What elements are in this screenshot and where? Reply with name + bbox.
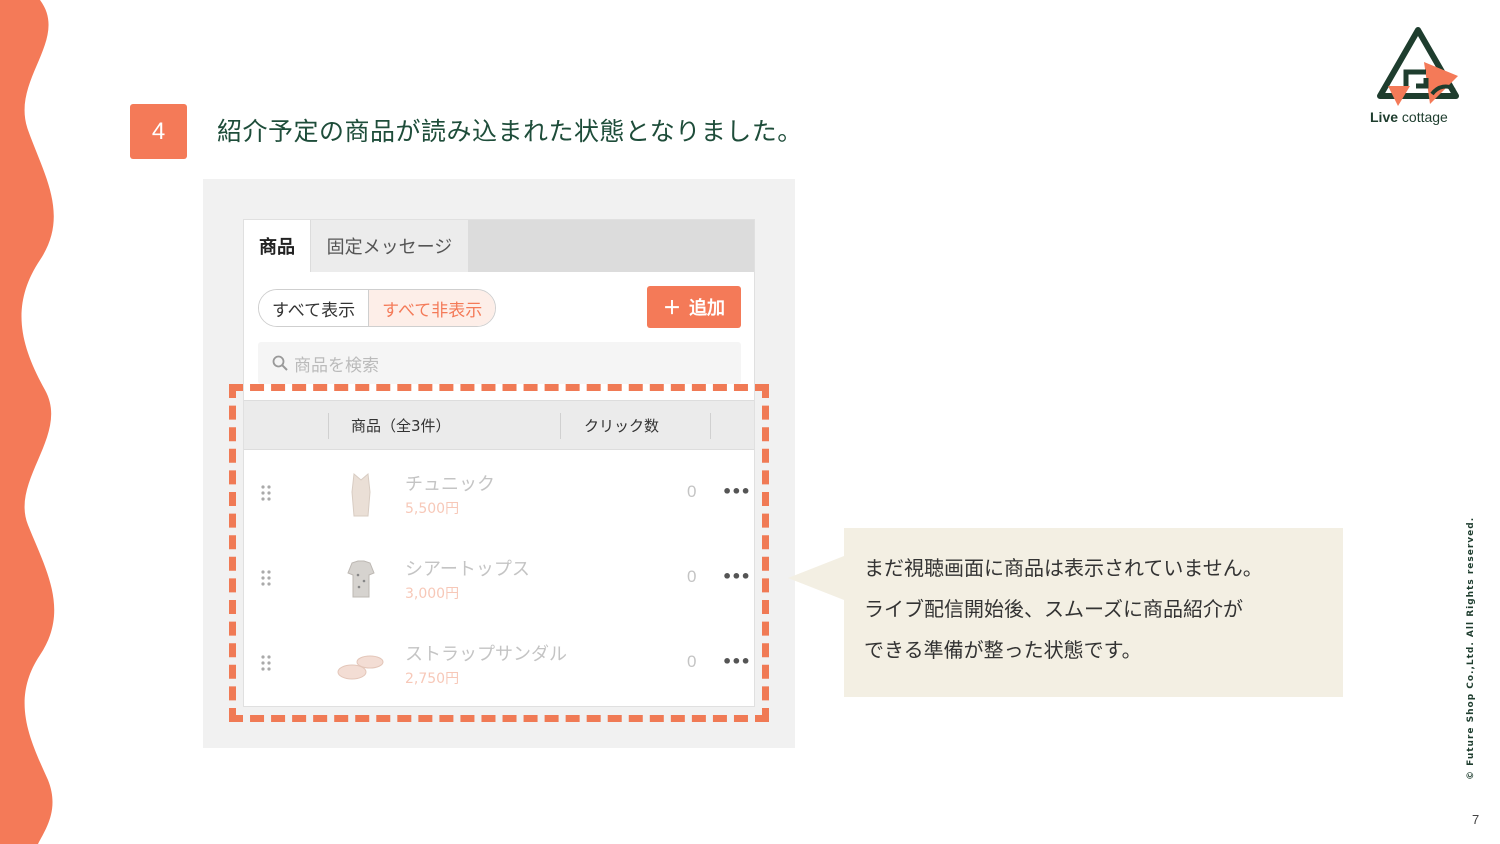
search-placeholder: 商品を検索: [294, 355, 379, 376]
page-heading: 紹介予定の商品が読み込まれた状態となりました。: [217, 117, 803, 146]
add-product-button[interactable]: ＋ 追加: [647, 286, 741, 328]
step-number-badge: 4: [130, 104, 187, 159]
visibility-toggle: すべて表示 すべて非表示: [258, 289, 497, 327]
tab-fixed-message[interactable]: 固定メッセージ: [311, 220, 468, 272]
tab-bar: 商品 固定メッセージ: [244, 220, 754, 272]
callout-line: できる準備が整った状態です。: [864, 638, 1142, 662]
callout-text: まだ視聴画面に商品は表示されていません。 ライブ配信開始後、スムーズに商品紹介が…: [864, 548, 1263, 671]
callout-line: ライブ配信開始後、スムーズに商品紹介が: [864, 597, 1243, 621]
brand-name: Live cottage: [1370, 109, 1448, 125]
hide-all-button[interactable]: すべて非表示: [369, 290, 496, 326]
callout-line: まだ視聴画面に商品は表示されていません。: [864, 556, 1263, 580]
highlight-dashed-box: [229, 384, 769, 722]
product-search-input[interactable]: 商品を検索: [258, 342, 741, 384]
tab-products[interactable]: 商品: [244, 220, 310, 272]
show-all-button[interactable]: すべて表示: [259, 290, 370, 326]
callout-pointer: [788, 556, 844, 600]
add-button-label: 追加: [689, 298, 725, 319]
page-number: 7: [1472, 812, 1480, 827]
decorative-wave: [0, 0, 55, 844]
plus-icon: ＋: [663, 298, 681, 319]
copyright-text: © Future Shop Co.,Ltd. All Rights reserv…: [1466, 516, 1476, 780]
search-icon: [272, 355, 288, 371]
